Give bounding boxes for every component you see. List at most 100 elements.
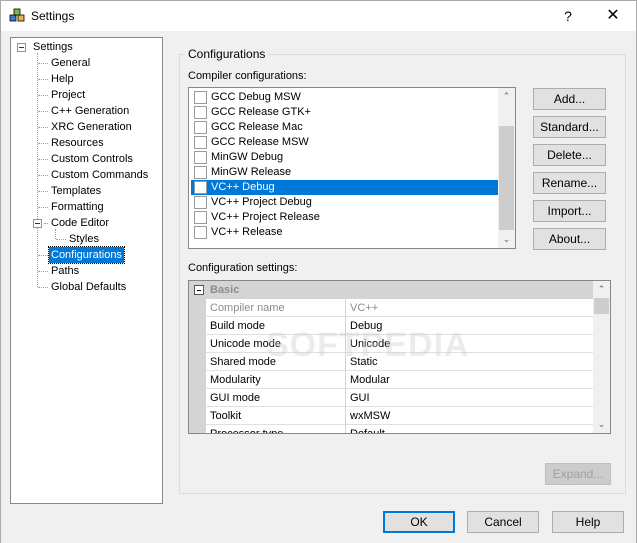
help-button[interactable]: Help (552, 511, 624, 533)
ok-button[interactable]: OK (383, 511, 455, 533)
checkbox[interactable] (194, 226, 207, 239)
property-name: Toolkit (210, 410, 242, 422)
property-row[interactable]: Build mode Debug (189, 317, 594, 335)
property-name: Compiler name (210, 302, 285, 314)
property-row[interactable]: Shared mode Static (189, 353, 594, 371)
checkbox[interactable] (194, 151, 207, 164)
checkbox[interactable] (194, 166, 207, 179)
tree-item-global-defaults[interactable]: Global Defaults (49, 279, 128, 295)
scroll-up-arrow-icon[interactable]: ⌃ (593, 281, 610, 298)
list-item[interactable]: VC++ Project Debug (191, 195, 499, 210)
tree-item-general[interactable]: General (49, 55, 92, 71)
tree-item-project[interactable]: Project (49, 87, 87, 103)
property-value[interactable]: GUI (345, 389, 594, 407)
list-item[interactable]: VC++ Project Release (191, 210, 499, 225)
scroll-down-arrow-icon[interactable]: ⌄ (498, 231, 515, 248)
property-value[interactable]: Unicode (345, 335, 594, 353)
tree-item-paths[interactable]: Paths (49, 263, 81, 279)
collapse-icon[interactable] (194, 285, 204, 295)
list-item[interactable]: GCC Release GTK+ (191, 105, 499, 120)
checkbox[interactable] (194, 121, 207, 134)
property-value[interactable]: VC++ (345, 299, 594, 317)
tree-item-help[interactable]: Help (49, 71, 76, 87)
list-item[interactable]: GCC Release MSW (191, 135, 499, 150)
delete-button[interactable]: Delete... (533, 144, 606, 166)
category-label: Basic (210, 284, 240, 296)
list-item[interactable]: VC++ Release (191, 225, 499, 240)
list-item[interactable]: GCC Release Mac (191, 120, 499, 135)
title-bar: Settings ? ✕ (1, 1, 636, 31)
grid-scrollbar[interactable]: ⌃ ⌄ (593, 281, 610, 433)
tree-item-custom-commands[interactable]: Custom Commands (49, 167, 150, 183)
scroll-thumb[interactable] (499, 126, 514, 230)
list-item-label: MinGW Debug (211, 151, 284, 163)
tree-item-configurations[interactable]: Configurations (48, 246, 125, 264)
configuration-settings-label: Configuration settings: (188, 262, 298, 274)
list-item[interactable]: MinGW Release (191, 165, 499, 180)
category-basic[interactable]: Basic (189, 281, 594, 299)
list-item[interactable]: GCC Debug MSW (191, 90, 499, 105)
list-scrollbar[interactable]: ⌃ ⌄ (498, 88, 515, 248)
scroll-down-arrow-icon[interactable]: ⌄ (593, 416, 610, 433)
property-value[interactable]: Default (345, 425, 594, 433)
collapse-icon[interactable] (17, 43, 26, 52)
property-value[interactable]: Static (345, 353, 594, 371)
property-name: Modularity (210, 374, 261, 386)
list-item[interactable]: MinGW Debug (191, 150, 499, 165)
property-value[interactable]: wxMSW (345, 407, 594, 425)
property-row[interactable]: Toolkit wxMSW (189, 407, 594, 425)
list-item-selected[interactable]: VC++ Debug (191, 180, 499, 195)
property-name: Build mode (210, 320, 266, 332)
import-button[interactable]: Import... (533, 200, 606, 222)
tree-item-code-editor[interactable]: Code Editor (49, 215, 111, 231)
property-row[interactable]: Compiler name VC++ (189, 299, 594, 317)
scroll-up-arrow-icon[interactable]: ⌃ (498, 88, 515, 105)
checkbox[interactable] (194, 91, 207, 104)
list-item-label: GCC Release GTK+ (211, 106, 311, 118)
property-value[interactable]: Debug (345, 317, 594, 335)
property-name: GUI mode (210, 392, 261, 404)
property-name: Unicode mode (210, 338, 281, 350)
property-row[interactable]: Unicode mode Unicode (189, 335, 594, 353)
property-value[interactable]: Modular (345, 371, 594, 389)
property-row[interactable]: Modularity Modular (189, 371, 594, 389)
tree-item-formatting[interactable]: Formatting (49, 199, 106, 215)
standard-button[interactable]: Standard... (533, 116, 606, 138)
code-editor-collapse-icon[interactable] (33, 219, 42, 228)
tree-item-resources[interactable]: Resources (49, 135, 106, 151)
list-item-label: VC++ Project Release (211, 211, 320, 223)
expand-button[interactable]: Expand... (545, 463, 611, 485)
about-button[interactable]: About... (533, 228, 606, 250)
tree-item-templates[interactable]: Templates (49, 183, 103, 199)
checkbox[interactable] (194, 181, 207, 194)
configuration-property-grid[interactable]: Basic Compiler name VC++ Build mode Debug … (188, 280, 611, 434)
list-item-label: VC++ Project Debug (211, 196, 312, 208)
help-title-button[interactable]: ? (545, 1, 591, 31)
list-item-label: VC++ Debug (211, 181, 275, 193)
checkbox[interactable] (194, 211, 207, 224)
window-title: Settings (31, 9, 75, 23)
tree-item-styles[interactable]: Styles (67, 231, 101, 247)
scroll-thumb[interactable] (594, 298, 609, 314)
list-item-label: GCC Release MSW (211, 136, 309, 148)
property-name: Shared mode (210, 356, 277, 368)
settings-window: Settings ? ✕ Settings General Help Proje… (0, 0, 637, 543)
cancel-button[interactable]: Cancel (467, 511, 539, 533)
property-row[interactable]: GUI mode GUI (189, 389, 594, 407)
close-button[interactable]: ✕ (590, 1, 636, 31)
tree-item-xrc-generation[interactable]: XRC Generation (49, 119, 134, 135)
dialog-footer: OK Cancel Help (1, 504, 636, 543)
tree-item-custom-controls[interactable]: Custom Controls (49, 151, 135, 167)
property-row[interactable]: Processor type Default (189, 425, 594, 433)
settings-tree[interactable]: Settings General Help Project C++ Genera… (10, 37, 163, 504)
checkbox[interactable] (194, 196, 207, 209)
tree-item-cpp-generation[interactable]: C++ Generation (49, 103, 131, 119)
checkbox[interactable] (194, 106, 207, 119)
compiler-configurations-label: Compiler configurations: (188, 70, 307, 82)
add-button[interactable]: Add... (533, 88, 606, 110)
rename-button[interactable]: Rename... (533, 172, 606, 194)
compiler-configurations-list[interactable]: GCC Debug MSW GCC Release GTK+ GCC Relea… (188, 87, 516, 249)
checkbox[interactable] (194, 136, 207, 149)
list-item-label: MinGW Release (211, 166, 292, 178)
list-item-label: GCC Debug MSW (211, 91, 301, 103)
